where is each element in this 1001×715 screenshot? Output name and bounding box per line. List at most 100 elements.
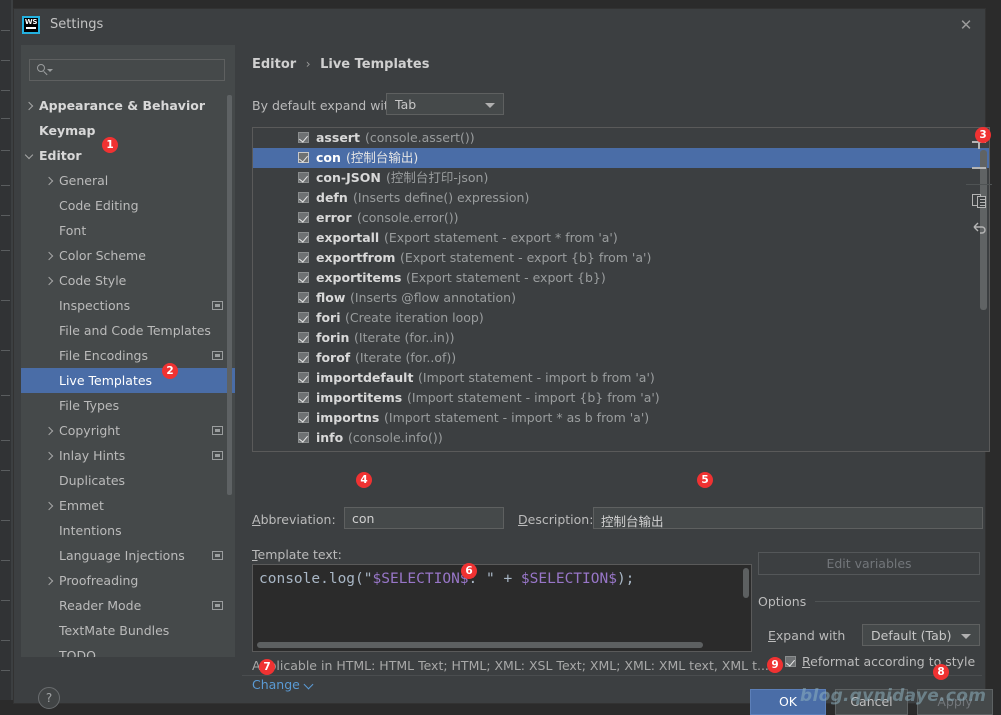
gutter-tick (1, 60, 10, 61)
checkbox-checked-icon[interactable] (298, 272, 309, 283)
chevron-right-icon[interactable] (44, 426, 54, 436)
table-row[interactable]: exportfrom (Export statement - export {b}… (253, 248, 989, 268)
checkbox-checked-icon[interactable] (298, 372, 309, 383)
restore-defaults-button[interactable] (966, 214, 992, 240)
tree-bottom-fade (21, 657, 235, 675)
checkbox-checked-icon[interactable] (298, 332, 309, 343)
sidebar-item-font[interactable]: Font (21, 218, 235, 243)
table-row[interactable]: importns (Import statement - import * as … (253, 408, 989, 428)
table-row[interactable]: fori (Create iteration loop) (253, 308, 989, 328)
search-input[interactable] (29, 59, 225, 81)
chevron-down-icon[interactable] (24, 150, 34, 160)
sidebar-item-emmet[interactable]: Emmet (21, 493, 235, 518)
sidebar-item-intentions[interactable]: Intentions (21, 518, 235, 543)
template-fields-row: Abbreviation: con Description: 控制台输出 (252, 507, 992, 531)
table-row[interactable]: flow (Inserts @flow annotation) (253, 288, 989, 308)
checkbox-checked-icon[interactable] (298, 152, 309, 163)
footer-divider (242, 675, 982, 676)
checkbox-checked-icon[interactable] (298, 432, 309, 443)
checkbox-checked-icon[interactable] (298, 192, 309, 203)
checkbox-checked-icon[interactable] (298, 232, 309, 243)
template-text-label: Template text: (252, 547, 342, 562)
sidebar-item-language-injections[interactable]: Language Injections (21, 543, 235, 568)
table-row[interactable]: importdefault (Import statement - import … (253, 368, 989, 388)
sidebar-item-inspections[interactable]: Inspections (21, 293, 235, 318)
close-icon[interactable]: ✕ (957, 17, 975, 35)
chevron-down-icon (485, 103, 495, 108)
table-row[interactable]: info (console.info()) (253, 428, 989, 448)
duplicate-template-button[interactable] (966, 188, 992, 214)
breadcrumb-parent[interactable]: Editor (252, 57, 296, 72)
chevron-right-icon[interactable] (44, 176, 54, 186)
change-contexts-link[interactable]: Change (252, 677, 314, 692)
sidebar-item-general[interactable]: General (21, 168, 235, 193)
annotation-marker-4: 4 (356, 472, 372, 488)
table-row[interactable]: con-JSON (控制台打印-json) (253, 168, 989, 188)
sidebar-item-file-and-code-templates[interactable]: File and Code Templates (21, 318, 235, 343)
checkbox-checked-icon[interactable] (298, 292, 309, 303)
sidebar-item-inlay-hints[interactable]: Inlay Hints (21, 443, 235, 468)
sidebar-item-textmate-bundles[interactable]: TextMate Bundles (21, 618, 235, 643)
checkbox-checked-icon[interactable] (298, 172, 309, 183)
chevron-right-icon[interactable] (44, 501, 54, 511)
sidebar-item-editor[interactable]: Editor (21, 143, 235, 168)
edit-variables-button[interactable]: Edit variables (758, 552, 980, 575)
code-token: console.log(" (259, 571, 373, 587)
chevron-right-icon[interactable] (24, 101, 34, 111)
template-abbreviation: exportfrom (316, 250, 396, 265)
settings-tree[interactable]: Appearance & Behavior Keymap Editor General… (21, 93, 235, 671)
help-button[interactable]: ? (38, 687, 60, 709)
tree-scrollbar[interactable] (227, 95, 232, 495)
checkbox-checked-icon[interactable] (298, 392, 309, 403)
checkbox-checked-icon[interactable] (298, 352, 309, 363)
checkbox-checked-icon[interactable] (298, 132, 309, 143)
sidebar-item-file-encodings[interactable]: File Encodings (21, 343, 235, 368)
abbreviation-input[interactable]: con (344, 507, 504, 529)
table-row[interactable]: defn (Inserts define() expression) (253, 188, 989, 208)
description-input[interactable]: 控制台输出 (593, 507, 983, 529)
table-row[interactable]: forof (Iterate (for..of)) (253, 348, 989, 368)
sidebar-item-proofreading[interactable]: Proofreading (21, 568, 235, 593)
sidebar-item-live-templates[interactable]: Live Templates (21, 368, 235, 393)
sidebar-item-duplicates[interactable]: Duplicates (21, 468, 235, 493)
checkbox-checked-icon[interactable] (298, 312, 309, 323)
sidebar-item-code-editing[interactable]: Code Editing (21, 193, 235, 218)
template-description: (Export statement - export {b} from 'a') (400, 250, 652, 265)
chevron-right-icon[interactable] (44, 276, 54, 286)
editor-vertical-scrollbar[interactable] (743, 568, 749, 598)
expand-with-select[interactable]: Default (Tab) (862, 624, 980, 646)
table-row[interactable]: forin (Iterate (for..in)) (253, 328, 989, 348)
sidebar-item-file-types[interactable]: File Types (21, 393, 235, 418)
template-description: (Import statement - import b from 'a') (418, 370, 655, 385)
table-row[interactable]: exportall (Export statement - export * fr… (253, 228, 989, 248)
sidebar-item-keymap[interactable]: Keymap (21, 118, 235, 143)
template-description: (console.assert()) (365, 130, 475, 145)
sidebar-item-copyright[interactable]: Copyright (21, 418, 235, 443)
sidebar-item-color-scheme[interactable]: Color Scheme (21, 243, 235, 268)
template-text-editor[interactable]: console.log("$SELECTION$: " + $SELECTION… (252, 564, 752, 652)
chevron-right-icon[interactable] (44, 251, 54, 261)
breadcrumb: Editor › Live Templates (252, 57, 429, 72)
checkbox-checked-icon[interactable] (298, 412, 309, 423)
checkbox-checked-icon[interactable] (298, 212, 309, 223)
checkbox-checked-icon[interactable] (298, 252, 309, 263)
table-row[interactable]: exportitems (Export statement - export {b… (253, 268, 989, 288)
live-templates-pane: Editor › Live Templates By default expan… (242, 45, 990, 692)
sidebar-item-reader-mode[interactable]: Reader Mode (21, 593, 235, 618)
templates-list[interactable]: assert (console.assert()) con (控制台输出) con-JS… (252, 127, 990, 452)
editor-horizontal-scrollbar[interactable] (257, 642, 703, 648)
chevron-right-icon[interactable] (44, 576, 54, 586)
chevron-right-icon[interactable] (44, 451, 54, 461)
table-row[interactable]: assert (console.assert()) (253, 128, 989, 148)
table-row[interactable]: error (console.error()) (253, 208, 989, 228)
table-row[interactable]: importitems (Import statement - import {b… (253, 388, 989, 408)
template-description: (Import statement - import * as b from '… (384, 410, 650, 425)
settings-tree-panel: Appearance & Behavior Keymap Editor General… (21, 45, 235, 675)
sidebar-item-label: Font (59, 223, 87, 238)
sidebar-item-code-style[interactable]: Code Style (21, 268, 235, 293)
gutter-tick (1, 300, 10, 301)
table-row[interactable]: con (控制台输出) (253, 148, 989, 168)
default-expand-select[interactable]: Tab (386, 93, 504, 115)
sidebar-item-appearance-behavior[interactable]: Appearance & Behavior (21, 93, 235, 118)
remove-template-button[interactable] (966, 155, 992, 181)
